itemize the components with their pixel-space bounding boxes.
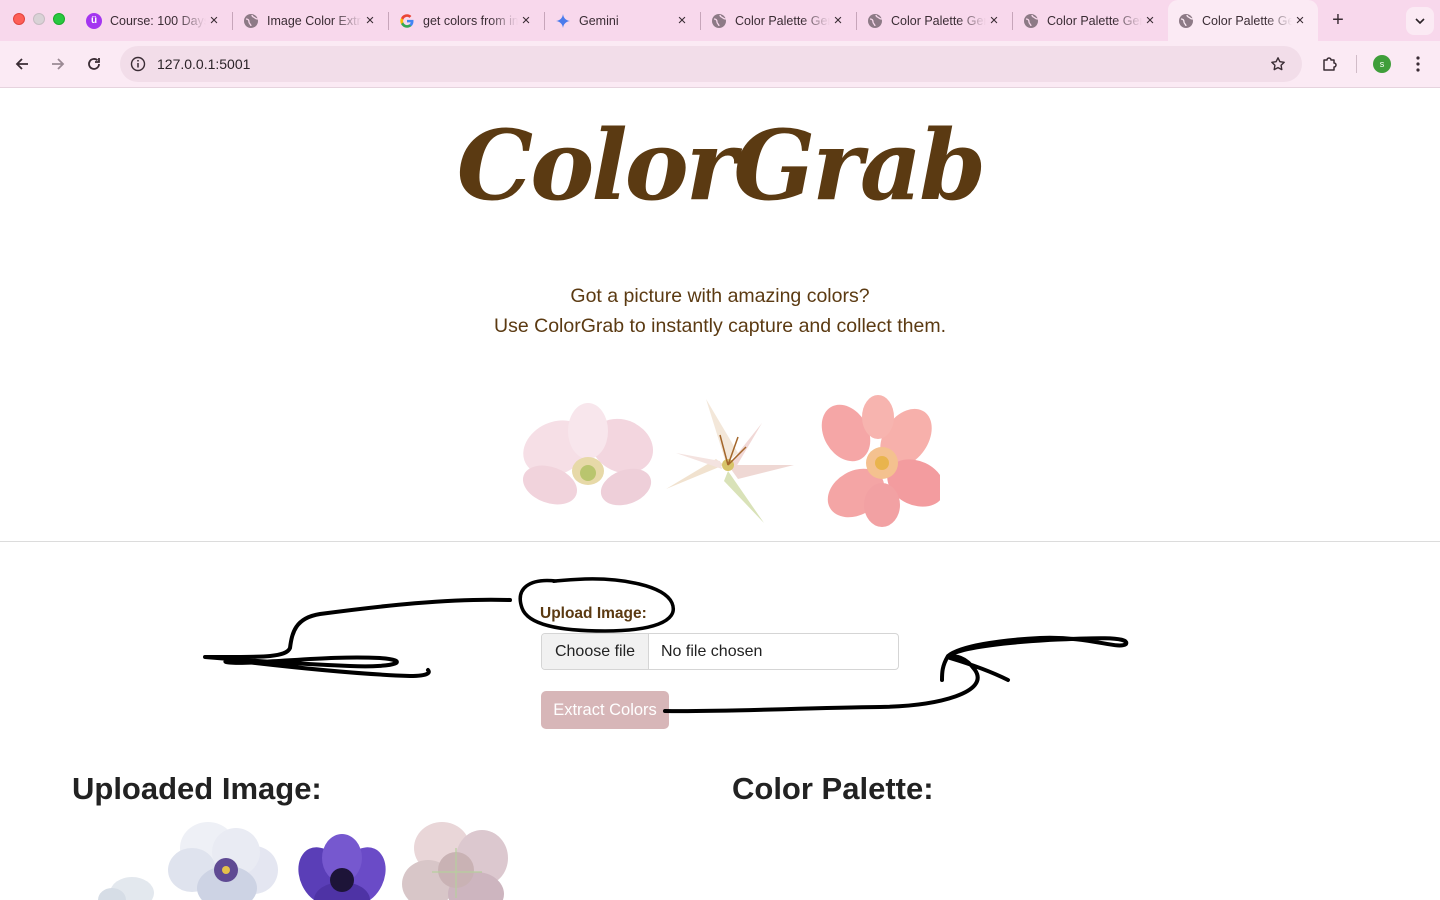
upload-image-label: Upload Image: (540, 605, 647, 622)
browser-menu-button[interactable] (1408, 52, 1428, 76)
back-button[interactable] (10, 52, 34, 76)
forward-button[interactable] (46, 52, 70, 76)
tab-color-palette-3[interactable]: Color Palette Generator × (1013, 0, 1168, 41)
choose-file-button[interactable]: Choose file (542, 634, 649, 669)
globe-icon (243, 13, 259, 29)
new-tab-button[interactable]: + (1328, 9, 1348, 31)
close-icon[interactable]: × (830, 12, 846, 29)
gemini-icon (555, 13, 571, 29)
reload-button[interactable] (82, 52, 106, 76)
tab-title: Color Palette Generator (735, 13, 830, 28)
google-icon (399, 13, 415, 29)
arrow-right-icon (52, 58, 65, 70)
window-minimize-button[interactable] (33, 13, 45, 25)
close-icon[interactable]: × (518, 12, 534, 29)
color-palette-heading: Color Palette: (732, 771, 934, 806)
address-bar[interactable]: 127.0.0.1:5001 (120, 46, 1302, 82)
reload-icon (88, 58, 100, 70)
tab-google-search[interactable]: get colors from image × (389, 0, 544, 41)
close-icon[interactable]: × (674, 12, 690, 29)
tab-image-color-extractor[interactable]: Image Color Extractor × (233, 0, 388, 41)
close-icon[interactable]: × (206, 12, 222, 29)
tab-color-palette-active[interactable]: Color Palette Generator × (1168, 0, 1318, 41)
tab-color-palette-1[interactable]: Color Palette Generator × (701, 0, 856, 41)
tab-title: get colors from image (423, 13, 518, 28)
browser-toolbar: 127.0.0.1:5001 s (0, 41, 1440, 88)
white-flower (98, 877, 154, 900)
globe-icon (1178, 13, 1194, 29)
tab-course[interactable]: ü Course: 100 Days of Code × (76, 0, 232, 41)
close-icon[interactable]: × (362, 12, 378, 29)
window-zoom-button[interactable] (53, 13, 65, 25)
tagline-line-1: Got a picture with amazing colors? (570, 285, 870, 307)
tab-title: Color Palette Generator (1047, 13, 1142, 28)
puzzle-icon (1323, 57, 1337, 71)
web-page: ColorGrab Got a picture with amazing col… (0, 88, 1440, 900)
file-status-text: No file chosen (661, 642, 763, 660)
purple-anemone-flower (298, 834, 386, 900)
hero-flowers-image (522, 395, 940, 527)
profile-avatar[interactable]: s (1373, 55, 1391, 73)
window-close-button[interactable] (13, 13, 25, 25)
tab-title: Course: 100 Days of Code (110, 13, 206, 28)
pansy-flower (168, 822, 278, 900)
globe-icon (1023, 13, 1039, 29)
close-icon[interactable]: × (986, 12, 1002, 29)
uploaded-image (98, 822, 508, 900)
tab-search-button[interactable] (1406, 7, 1434, 35)
tab-title: Color Palette Generator (1202, 13, 1292, 28)
uploaded-image-heading: Uploaded Image: (72, 771, 322, 806)
globe-icon (867, 13, 883, 29)
orchid-flower (522, 403, 654, 506)
hydrangea-flower (402, 822, 508, 900)
tab-title: Color Palette Generator (891, 13, 986, 28)
tab-gemini[interactable]: Gemini × (545, 0, 700, 41)
chevron-down-icon (1415, 18, 1425, 25)
annotation-left-scribble (203, 597, 512, 678)
site-info-icon[interactable] (128, 54, 148, 74)
close-icon[interactable]: × (1142, 12, 1158, 29)
tab-strip: ü Course: 100 Days of Code × Image Color… (0, 0, 1440, 41)
more-vertical-icon (1416, 56, 1420, 72)
tagline-line-2: Use ColorGrab to instantly capture and c… (494, 315, 946, 337)
extract-colors-button[interactable]: Extract Colors (541, 691, 669, 729)
site-logo: ColorGrab (456, 109, 986, 222)
arrow-left-icon (15, 58, 28, 70)
tab-color-palette-2[interactable]: Color Palette Generator × (857, 0, 1012, 41)
udemy-icon: ü (86, 12, 102, 29)
tab-title: Gemini (579, 13, 619, 28)
section-divider (0, 541, 1440, 542)
extensions-button[interactable] (1318, 52, 1342, 76)
pink-lily-flower (821, 395, 940, 527)
bookmark-star-icon[interactable] (1268, 54, 1288, 74)
file-input[interactable]: Choose file No file chosen (541, 633, 899, 670)
tab-title: Image Color Extractor (267, 13, 362, 28)
globe-icon (711, 13, 727, 29)
address-text: 127.0.0.1:5001 (157, 56, 251, 72)
close-icon[interactable]: × (1292, 12, 1308, 29)
toolbar-divider (1356, 55, 1357, 73)
lily-flower (666, 399, 794, 523)
